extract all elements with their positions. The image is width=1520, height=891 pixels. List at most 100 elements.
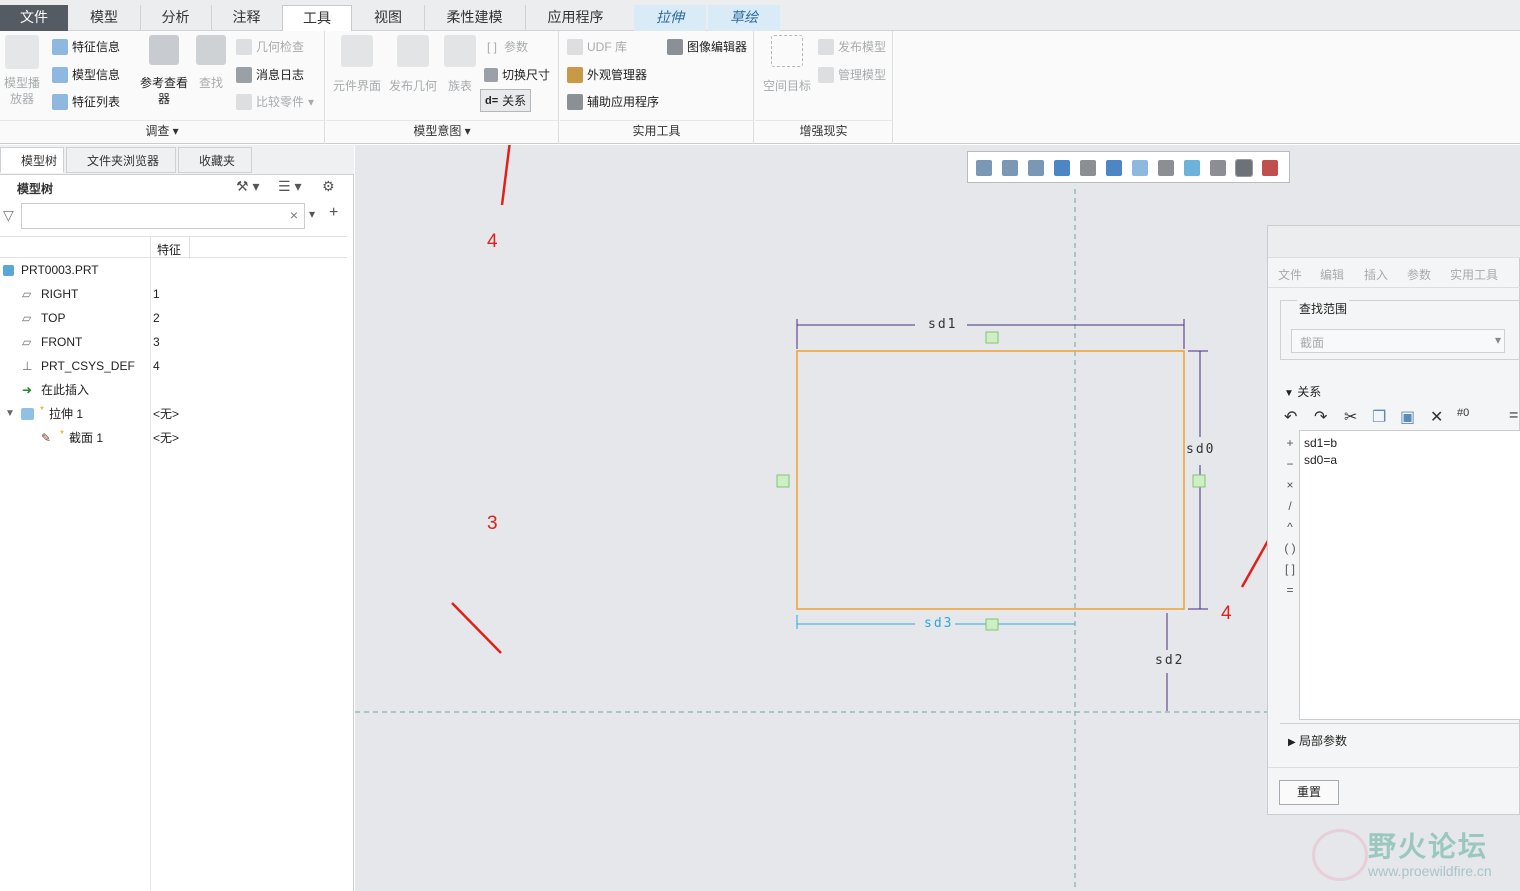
- power-op-icon[interactable]: ^: [1284, 517, 1296, 538]
- horizontal-constraint-icon[interactable]: [985, 331, 999, 344]
- group-investigate-label[interactable]: 调查 ▾: [0, 120, 324, 140]
- vertical-constraint-icon[interactable]: [1192, 474, 1206, 488]
- parameters-button[interactable]: [ ] 参数: [484, 38, 528, 55]
- component-interface-button[interactable]: 元件界面: [330, 35, 384, 94]
- tab-folder-browser[interactable]: 文件夹浏览器: [66, 147, 176, 173]
- tab-model-tree[interactable]: 模型树: [0, 147, 64, 173]
- find-label: 查找: [198, 76, 223, 90]
- search-scope-select[interactable]: 截面 ▾: [1291, 329, 1505, 353]
- dimension-sd1[interactable]: sd1: [928, 317, 957, 332]
- tab-model[interactable]: 模型: [69, 5, 139, 31]
- redo-icon[interactable]: ↷: [1314, 407, 1327, 427]
- sketch-rectangle[interactable]: [796, 350, 1185, 610]
- publish-model-button[interactable]: 发布模型: [818, 38, 886, 55]
- manage-model-button[interactable]: 管理模型: [818, 66, 886, 83]
- menu-utilities[interactable]: 实用工具: [1450, 266, 1498, 283]
- tab-analysis[interactable]: 分析: [140, 5, 210, 31]
- dimension-sd3[interactable]: sd3: [924, 616, 953, 631]
- paren-op-icon[interactable]: ( ): [1284, 538, 1296, 559]
- tree-item-value: 1: [153, 287, 160, 301]
- tab-flexible-modeling[interactable]: 柔性建模: [424, 5, 524, 31]
- evaluate-icon[interactable]: #0: [1457, 407, 1469, 419]
- image-editor-button[interactable]: 图像编辑器: [667, 38, 747, 55]
- asterisk-icon: *: [40, 405, 44, 416]
- tree-item-value: 3: [153, 335, 160, 349]
- family-table-button[interactable]: 族表: [442, 35, 478, 94]
- group-model-intent-label[interactable]: 模型意图 ▾: [326, 120, 558, 140]
- datum-plane-icon: ▱: [22, 335, 32, 349]
- add-icon[interactable]: +: [329, 204, 338, 222]
- space-target-button[interactable]: 空间目标: [759, 35, 815, 94]
- tools-icon[interactable]: ⚒ ▾: [236, 178, 259, 195]
- switch-dimensions-button[interactable]: 切换尺寸: [484, 66, 550, 83]
- space-target-label: 空间目标: [762, 79, 811, 93]
- tab-extrude[interactable]: 拉伸: [634, 5, 706, 31]
- tab-favorites[interactable]: 收藏夹: [178, 147, 252, 173]
- tab-view[interactable]: 视图: [353, 5, 423, 31]
- plus-op-icon[interactable]: +: [1284, 433, 1296, 454]
- watermark-title: 野火论坛: [1368, 830, 1489, 863]
- show-icon[interactable]: ☰ ▾: [278, 178, 301, 195]
- clear-icon[interactable]: ×: [290, 207, 298, 223]
- udf-library-button[interactable]: UDF 库: [567, 38, 627, 55]
- menu-file[interactable]: 文件: [1278, 266, 1302, 283]
- relations-icon: d=: [485, 94, 499, 107]
- tab-applications[interactable]: 应用程序: [525, 5, 625, 31]
- auxiliary-app-button[interactable]: 辅助应用程序: [567, 93, 659, 110]
- dimension-sd2[interactable]: sd2: [1155, 653, 1184, 668]
- menu-parameters[interactable]: 参数: [1407, 266, 1431, 283]
- part-icon: [3, 265, 14, 276]
- feature-info-label: 特征信息: [72, 40, 121, 54]
- bracket-op-icon[interactable]: [ ]: [1284, 559, 1296, 580]
- menu-insert[interactable]: 插入: [1364, 266, 1388, 283]
- horizontal-constraint-icon[interactable]: [985, 618, 999, 631]
- cloud-icon: [818, 38, 834, 55]
- copy-icon[interactable]: ❐: [1372, 407, 1386, 427]
- divide-op-icon[interactable]: /: [1284, 496, 1296, 517]
- appearance-manager-button[interactable]: 外观管理器: [567, 66, 647, 83]
- delete-icon[interactable]: ✕: [1430, 407, 1443, 427]
- relations-section-header[interactable]: ▼ 关系: [1284, 383, 1321, 400]
- compare-part-button[interactable]: 比较零件 ▾: [236, 93, 314, 110]
- search-input[interactable]: ×: [21, 203, 305, 229]
- message-log-button[interactable]: 消息日志: [236, 66, 304, 83]
- undo-icon[interactable]: ↶: [1284, 407, 1297, 427]
- paste-icon[interactable]: ▣: [1400, 407, 1415, 427]
- tab-sketch[interactable]: 草绘: [708, 5, 780, 31]
- expand-icon[interactable]: ▼: [5, 402, 15, 426]
- tab-file[interactable]: 文件: [0, 5, 68, 31]
- relation-line: sd0=a: [1304, 453, 1338, 467]
- feature-list-button[interactable]: 特征列表: [52, 93, 120, 110]
- relations-editor[interactable]: sd1=b sd0=a: [1299, 430, 1520, 720]
- local-params-header[interactable]: ▶ 局部参数: [1288, 732, 1347, 749]
- minus-op-icon[interactable]: −: [1284, 454, 1296, 475]
- times-op-icon[interactable]: ×: [1284, 475, 1296, 496]
- equals-icon[interactable]: =: [1509, 407, 1518, 425]
- menu-edit[interactable]: 编辑: [1320, 266, 1344, 283]
- equals-op-icon[interactable]: =: [1284, 580, 1296, 601]
- reset-button[interactable]: 重置: [1279, 780, 1339, 805]
- tree-item-label: PRT_CSYS_DEF: [41, 359, 135, 373]
- model-player-button[interactable]: 模型播放器: [0, 35, 44, 107]
- model-player-icon: [5, 35, 39, 69]
- annotation-arrow: [451, 602, 502, 654]
- dimension-sd0[interactable]: sd0: [1186, 442, 1215, 457]
- tab-annotate[interactable]: 注释: [211, 5, 281, 31]
- settings-icon[interactable]: ⚙: [322, 178, 335, 195]
- table-icon: [444, 35, 476, 67]
- feature-info-button[interactable]: 特征信息: [52, 38, 120, 55]
- auxiliary-app-icon: [567, 93, 583, 110]
- model-info-button[interactable]: 模型信息: [52, 66, 120, 83]
- feature-column-header[interactable]: 特征: [157, 241, 181, 258]
- publish-geometry-button[interactable]: 发布几何: [386, 35, 440, 94]
- cut-icon[interactable]: ✂: [1344, 407, 1357, 427]
- relations-button[interactable]: d= 关系: [480, 89, 532, 112]
- vertical-constraint-icon[interactable]: [776, 474, 790, 488]
- filter-icon[interactable]: ▽: [3, 207, 14, 224]
- find-button[interactable]: 查找: [194, 35, 228, 91]
- tab-tools[interactable]: 工具: [282, 5, 352, 32]
- geometry-check-button[interactable]: 几何检查: [236, 38, 304, 55]
- group-label: 模型意图: [413, 124, 462, 138]
- reference-viewer-button[interactable]: 参考查看器: [136, 35, 192, 107]
- chevron-down-icon[interactable]: ▾: [309, 207, 315, 221]
